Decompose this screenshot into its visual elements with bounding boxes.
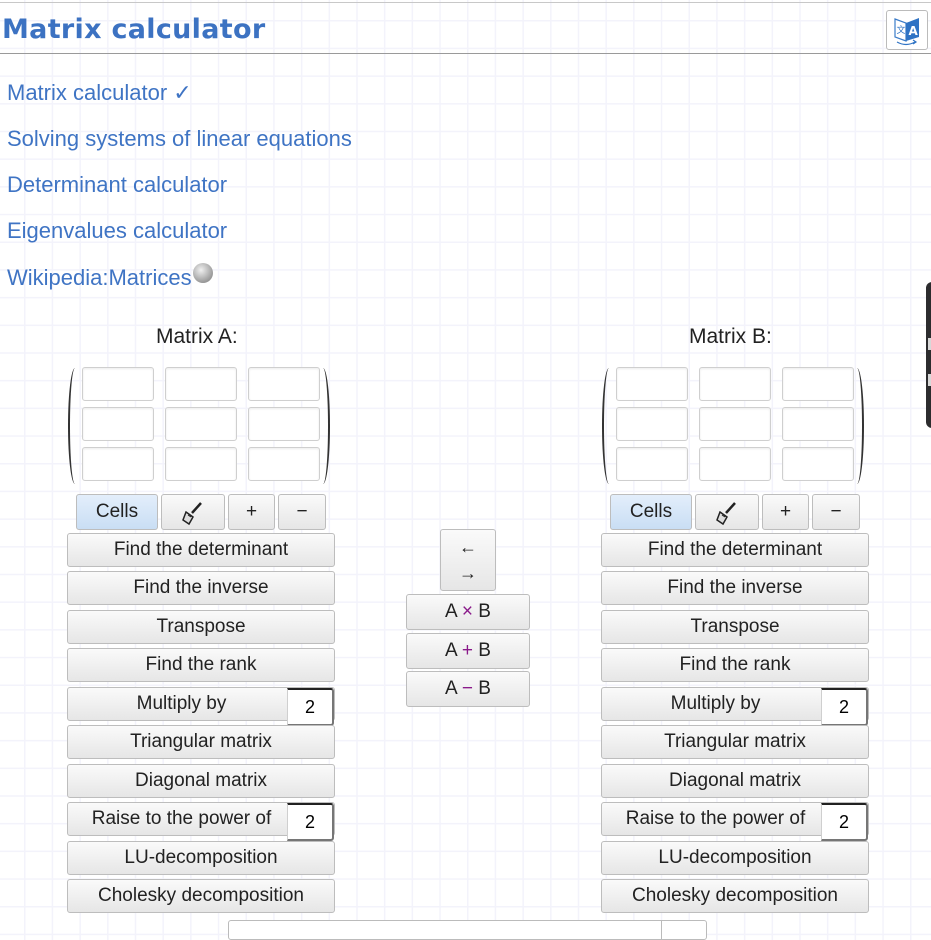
matrix-a-grid: [68, 366, 330, 486]
matrix-a-lu-button[interactable]: LU-decomposition: [67, 841, 335, 875]
matrix-b-remove-row-button[interactable]: −: [812, 494, 860, 530]
plus-icon: +: [461, 640, 474, 661]
matrix-b-label: Matrix B:: [689, 325, 772, 348]
matrix-a-multiply-button[interactable]: Multiply by: [67, 687, 335, 726]
arrow-right-icon: →: [459, 563, 477, 583]
matrix-a-add-row-button[interactable]: +: [228, 494, 275, 530]
brush-icon: [182, 502, 202, 526]
calculator-nav: Matrix calculator ✓ Solving systems of l…: [7, 79, 352, 309]
wikipedia-globe-icon: [192, 263, 213, 283]
operand-b: B: [478, 640, 491, 661]
matrix-a-cell[interactable]: [82, 367, 154, 401]
input-divider: [661, 921, 662, 939]
matrix-a-inverse-button[interactable]: Find the inverse: [67, 571, 335, 605]
operand-a: A: [445, 678, 457, 699]
translate-icon: A 文: [894, 18, 919, 46]
matrix-b-cell[interactable]: [616, 367, 688, 401]
wikipedia-link-label: Wikipedia:Matrices: [7, 265, 192, 290]
power-label: Raise to the power of: [625, 808, 806, 829]
page-header: Matrix calculator A 文: [0, 3, 931, 54]
multiply-label: Multiply by: [670, 693, 761, 714]
times-icon: ×: [461, 601, 474, 622]
add-a-b-button[interactable]: A + B: [406, 633, 530, 669]
nav-link-linear-equations[interactable]: Solving systems of linear equations: [7, 125, 352, 171]
nav-link-wikipedia[interactable]: Wikipedia:Matrices: [7, 263, 352, 309]
minus-icon: −: [461, 678, 474, 699]
matrix-b-lu-button[interactable]: LU-decomposition: [601, 841, 869, 875]
matrix-a-multiply-input[interactable]: [287, 688, 334, 726]
matrix-b-diagonal-button[interactable]: Diagonal matrix: [601, 764, 869, 798]
matrix-a-cell[interactable]: [165, 447, 237, 481]
matrix-b-clear-button[interactable]: [695, 494, 759, 530]
left-paren: [602, 368, 616, 484]
side-feedback-tab[interactable]: [926, 282, 931, 428]
matrix-b-transpose-button[interactable]: Transpose: [601, 610, 869, 644]
matrix-a-cell[interactable]: [248, 367, 320, 401]
matrix-b-inverse-button[interactable]: Find the inverse: [601, 571, 869, 605]
matrix-b-cell[interactable]: [699, 407, 771, 441]
arrow-left-icon: ←: [459, 537, 477, 557]
matrix-b-grid: [602, 366, 864, 486]
matrix-a-cell[interactable]: [248, 407, 320, 441]
matrix-b-cell[interactable]: [616, 447, 688, 481]
matrix-b-multiply-input[interactable]: [821, 688, 868, 726]
operand-b: B: [478, 601, 491, 622]
matrix-a-power-input[interactable]: [287, 803, 334, 841]
result-input[interactable]: [228, 920, 707, 940]
nav-link-matrix-calculator[interactable]: Matrix calculator ✓: [7, 79, 352, 125]
nav-link-eigenvalues[interactable]: Eigenvalues calculator: [7, 217, 352, 263]
matrix-b-determinant-button[interactable]: Find the determinant: [601, 533, 869, 567]
subtract-a-b-button[interactable]: A − B: [406, 671, 530, 707]
matrix-b-cholesky-button[interactable]: Cholesky decomposition: [601, 879, 869, 913]
matrix-b-cell[interactable]: [699, 367, 771, 401]
matrix-b-power-button[interactable]: Raise to the power of: [601, 802, 869, 841]
matrix-a-cell[interactable]: [82, 447, 154, 481]
swap-matrices-button[interactable]: ← →: [440, 529, 496, 591]
svg-text:文: 文: [897, 24, 906, 36]
matrix-b-cell[interactable]: [782, 447, 854, 481]
matrix-a-cell[interactable]: [248, 447, 320, 481]
matrix-b-cells-button[interactable]: Cells: [610, 494, 692, 530]
matrix-b-controls: Cells + − Find the determinant Find the …: [601, 494, 869, 914]
matrix-b-cell[interactable]: [699, 447, 771, 481]
matrix-a-cell[interactable]: [165, 367, 237, 401]
matrix-a-controls: Cells + − Find the determinant Find the …: [67, 494, 335, 914]
matrix-b-rank-button[interactable]: Find the rank: [601, 648, 869, 682]
matrix-b-multiply-button[interactable]: Multiply by: [601, 687, 869, 726]
matrix-b-power-input[interactable]: [821, 803, 868, 841]
left-paren: [68, 368, 82, 484]
nav-link-determinant[interactable]: Determinant calculator: [7, 171, 352, 217]
multiply-a-b-button[interactable]: A × B: [406, 594, 530, 630]
matrix-a-power-button[interactable]: Raise to the power of: [67, 802, 335, 841]
matrix-b-cell[interactable]: [616, 407, 688, 441]
matrix-a-rank-button[interactable]: Find the rank: [67, 648, 335, 682]
matrix-a-cholesky-button[interactable]: Cholesky decomposition: [67, 879, 335, 913]
operand-b: B: [478, 678, 491, 699]
matrix-b-add-row-button[interactable]: +: [762, 494, 809, 530]
matrix-a-cell[interactable]: [165, 407, 237, 441]
operand-a: A: [445, 601, 457, 622]
matrix-b-cell[interactable]: [782, 407, 854, 441]
page-title: Matrix calculator: [2, 14, 266, 45]
matrix-a-cells-button[interactable]: Cells: [76, 494, 158, 530]
svg-text:A: A: [909, 24, 919, 38]
matrix-b-cell[interactable]: [782, 367, 854, 401]
operand-a: A: [445, 640, 457, 661]
matrix-a-clear-button[interactable]: [161, 494, 225, 530]
matrix-b-triangular-button[interactable]: Triangular matrix: [601, 725, 869, 759]
matrix-a-determinant-button[interactable]: Find the determinant: [67, 533, 335, 567]
power-label: Raise to the power of: [91, 808, 272, 829]
matrix-a-remove-row-button[interactable]: −: [278, 494, 326, 530]
matrix-a-label: Matrix A:: [156, 325, 238, 348]
matrix-a-triangular-button[interactable]: Triangular matrix: [67, 725, 335, 759]
matrix-a-transpose-button[interactable]: Transpose: [67, 610, 335, 644]
matrix-a-cell[interactable]: [82, 407, 154, 441]
matrix-a-diagonal-button[interactable]: Diagonal matrix: [67, 764, 335, 798]
brush-icon: [716, 502, 736, 526]
multiply-label: Multiply by: [136, 693, 227, 714]
translate-button[interactable]: A 文: [886, 10, 928, 50]
